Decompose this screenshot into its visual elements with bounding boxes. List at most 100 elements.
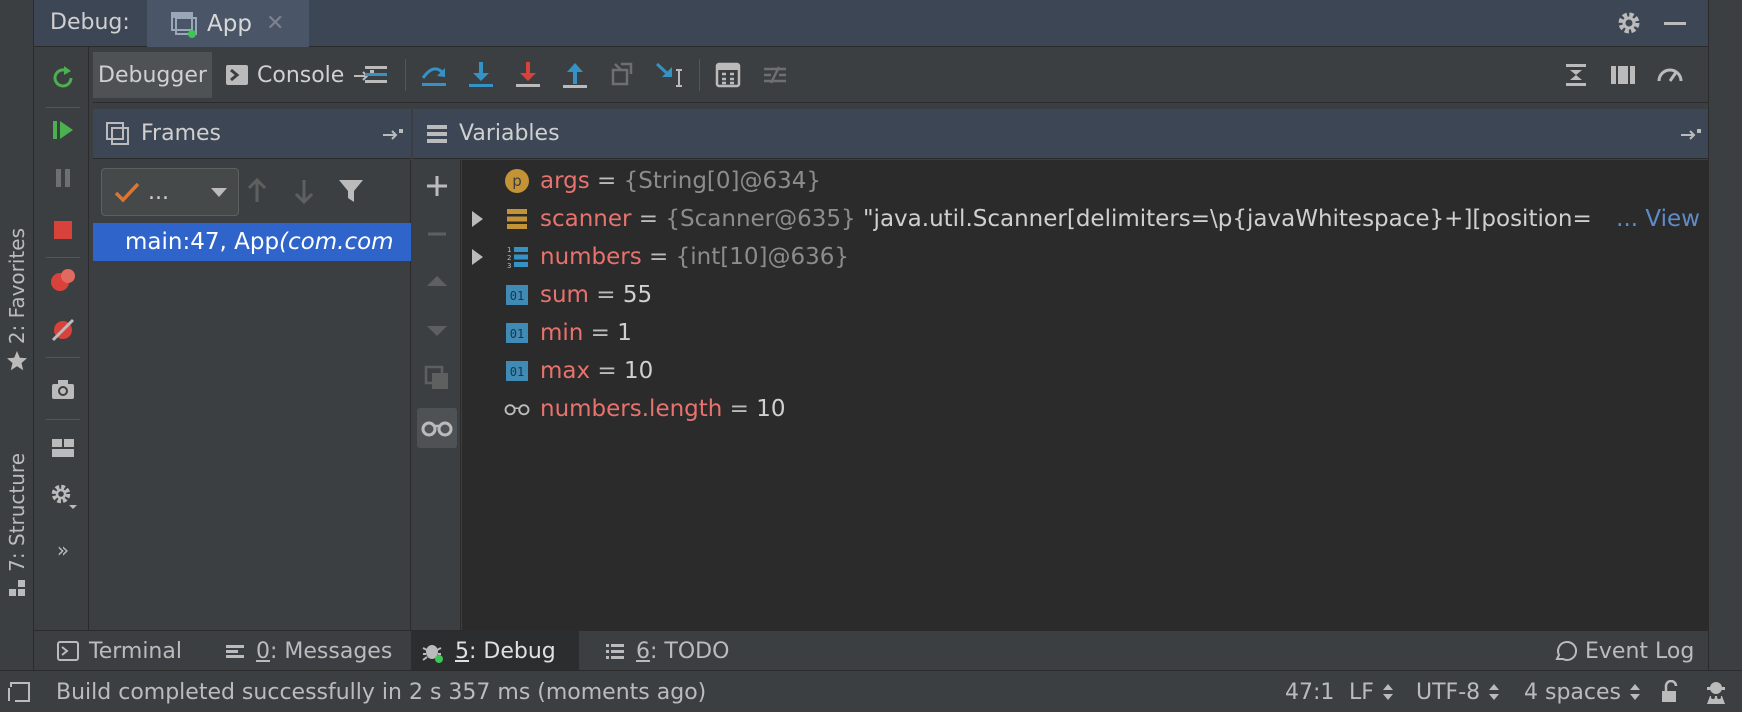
frames-header: Frames <box>93 109 411 159</box>
thread-select[interactable]: ... <box>101 168 239 216</box>
equals-sign: = <box>641 244 676 270</box>
variable-name: max <box>540 358 591 384</box>
value-ellipsis: ... <box>1616 206 1646 232</box>
camera-icon[interactable] <box>46 373 80 407</box>
variable-value: 10 <box>624 358 654 384</box>
next-frame-icon[interactable] <box>290 176 318 206</box>
object-icon <box>504 206 530 232</box>
variable-row-min[interactable]: 01 min = 1 <box>462 314 1708 352</box>
variables-tree: p args = {String[0]@634} scanner = {Scanne… <box>462 160 1708 630</box>
toggle-tool-windows-icon[interactable] <box>8 671 32 712</box>
pin-frames-icon[interactable] <box>381 126 405 142</box>
updown-icon <box>1488 683 1500 701</box>
debugger-toolbar: Debugger Console <box>93 47 1708 103</box>
app-session-tab[interactable]: App ✕ <box>147 0 309 47</box>
event-log-icon <box>1553 639 1577 663</box>
resume-button[interactable] <box>46 113 80 147</box>
view-value-link[interactable]: View <box>1645 206 1700 232</box>
stop-button[interactable] <box>46 213 80 247</box>
mute-breakpoints-button[interactable] <box>46 313 80 347</box>
settings-dropdown-icon[interactable] <box>46 479 80 513</box>
run-to-cursor-button[interactable] <box>650 56 688 94</box>
tab-todo[interactable]: 6: TODO <box>594 631 739 671</box>
move-down-icon[interactable] <box>423 316 451 344</box>
tab-event-log[interactable]: Event Log <box>1543 631 1704 671</box>
svg-text:p: p <box>512 172 522 190</box>
minimize-icon[interactable] <box>1661 9 1689 37</box>
debug-number: 5 <box>455 638 469 664</box>
lock-icon[interactable] <box>1658 671 1682 712</box>
updown-icon <box>1382 683 1394 701</box>
inspector-icon[interactable] <box>1702 671 1730 712</box>
encoding-select[interactable]: UTF-8 <box>1416 671 1500 712</box>
filter-icon[interactable] <box>337 176 365 206</box>
variable-row-scanner[interactable]: scanner = {Scanner@635} "java.util.Scann… <box>462 200 1708 238</box>
object-reference: {String[0]@634} <box>623 168 822 194</box>
status-message[interactable]: Build completed successfully in 2 s 357 … <box>56 671 706 712</box>
variable-value: 10 <box>756 396 786 422</box>
caret-position[interactable]: 47:1 <box>1285 671 1334 712</box>
structure-label: 7: Structure <box>5 453 29 572</box>
variable-row-sum[interactable]: 01 sum = 55 <box>462 276 1708 314</box>
expand-arrow-icon[interactable] <box>470 200 488 238</box>
todo-label: : TODO <box>650 638 730 664</box>
trace-stream-button[interactable] <box>756 56 794 94</box>
chevron-down-icon <box>210 187 228 199</box>
restore-layout-button[interactable] <box>1557 56 1595 94</box>
variable-row-numbers-length[interactable]: numbers.length = 10 <box>462 390 1708 428</box>
line-separator-value: LF <box>1349 679 1374 705</box>
line-separator-select[interactable]: LF <box>1349 671 1394 712</box>
equals-sign: = <box>590 358 625 384</box>
variable-name: args <box>540 168 590 194</box>
step-out-button[interactable] <box>556 56 594 94</box>
more-actions-icon[interactable]: » <box>46 533 80 567</box>
variable-name: numbers <box>540 244 642 270</box>
variable-name: sum <box>540 282 589 308</box>
step-into-button[interactable] <box>462 56 500 94</box>
layout-settings-button[interactable] <box>1604 56 1642 94</box>
view-breakpoints-button[interactable] <box>46 263 80 297</box>
force-step-into-button[interactable] <box>509 56 547 94</box>
tab-messages[interactable]: 0: Messages <box>214 631 402 671</box>
gear-icon[interactable] <box>1615 9 1643 37</box>
rerun-button[interactable] <box>46 61 80 95</box>
tab-debugger[interactable]: Debugger <box>93 52 212 98</box>
indent-select[interactable]: 4 spaces <box>1524 671 1641 712</box>
variable-row-max[interactable]: 01 max = 10 <box>462 352 1708 390</box>
tab-console[interactable]: Console <box>225 52 376 98</box>
step-over-button[interactable] <box>415 56 453 94</box>
variable-row-numbers[interactable]: 1 2 3 numbers = {int[10]@636} <box>462 238 1708 276</box>
speedometer-icon[interactable] <box>1651 56 1689 94</box>
thread-select-value: ... <box>148 179 169 205</box>
right-tool-strip <box>1708 0 1742 670</box>
add-watch-icon[interactable] <box>423 172 451 200</box>
move-up-icon[interactable] <box>423 268 451 296</box>
frames-icon <box>105 121 131 147</box>
frames-panel: ... main:47, App (com.com <box>93 160 411 630</box>
pause-button[interactable] <box>46 161 80 195</box>
frames-title: Frames <box>141 121 222 146</box>
show-execution-point-button[interactable] <box>357 56 395 94</box>
expand-arrow-icon[interactable] <box>470 238 488 276</box>
layout-icon[interactable] <box>46 431 80 465</box>
tab-debug[interactable]: 5: Debug <box>411 631 579 671</box>
variable-row-args[interactable]: p args = {String[0]@634} <box>462 162 1708 200</box>
stack-frame-row[interactable]: main:47, App (com.com <box>93 223 411 261</box>
previous-frame-icon[interactable] <box>243 176 271 206</box>
show-watches-toggle-icon[interactable] <box>417 408 457 448</box>
evaluate-expression-button[interactable] <box>709 56 747 94</box>
primitive-icon: 01 <box>504 282 530 308</box>
drop-frame-button[interactable] <box>603 56 641 94</box>
favorites-tool-tab[interactable]: 2: Favorites <box>2 228 32 372</box>
pin-variables-icon[interactable] <box>1679 126 1703 142</box>
structure-tool-tab[interactable]: 7: Structure <box>2 453 32 598</box>
app-window-icon <box>169 10 197 38</box>
variables-title: Variables <box>459 121 560 146</box>
check-icon <box>114 181 140 203</box>
duplicate-watch-icon[interactable] <box>423 364 451 392</box>
debug-label: : Debug <box>469 638 556 664</box>
svg-text:3: 3 <box>507 262 511 270</box>
tab-terminal[interactable]: Terminal <box>47 631 192 671</box>
remove-watch-icon[interactable] <box>423 220 451 248</box>
close-tab-icon[interactable]: ✕ <box>266 11 284 36</box>
